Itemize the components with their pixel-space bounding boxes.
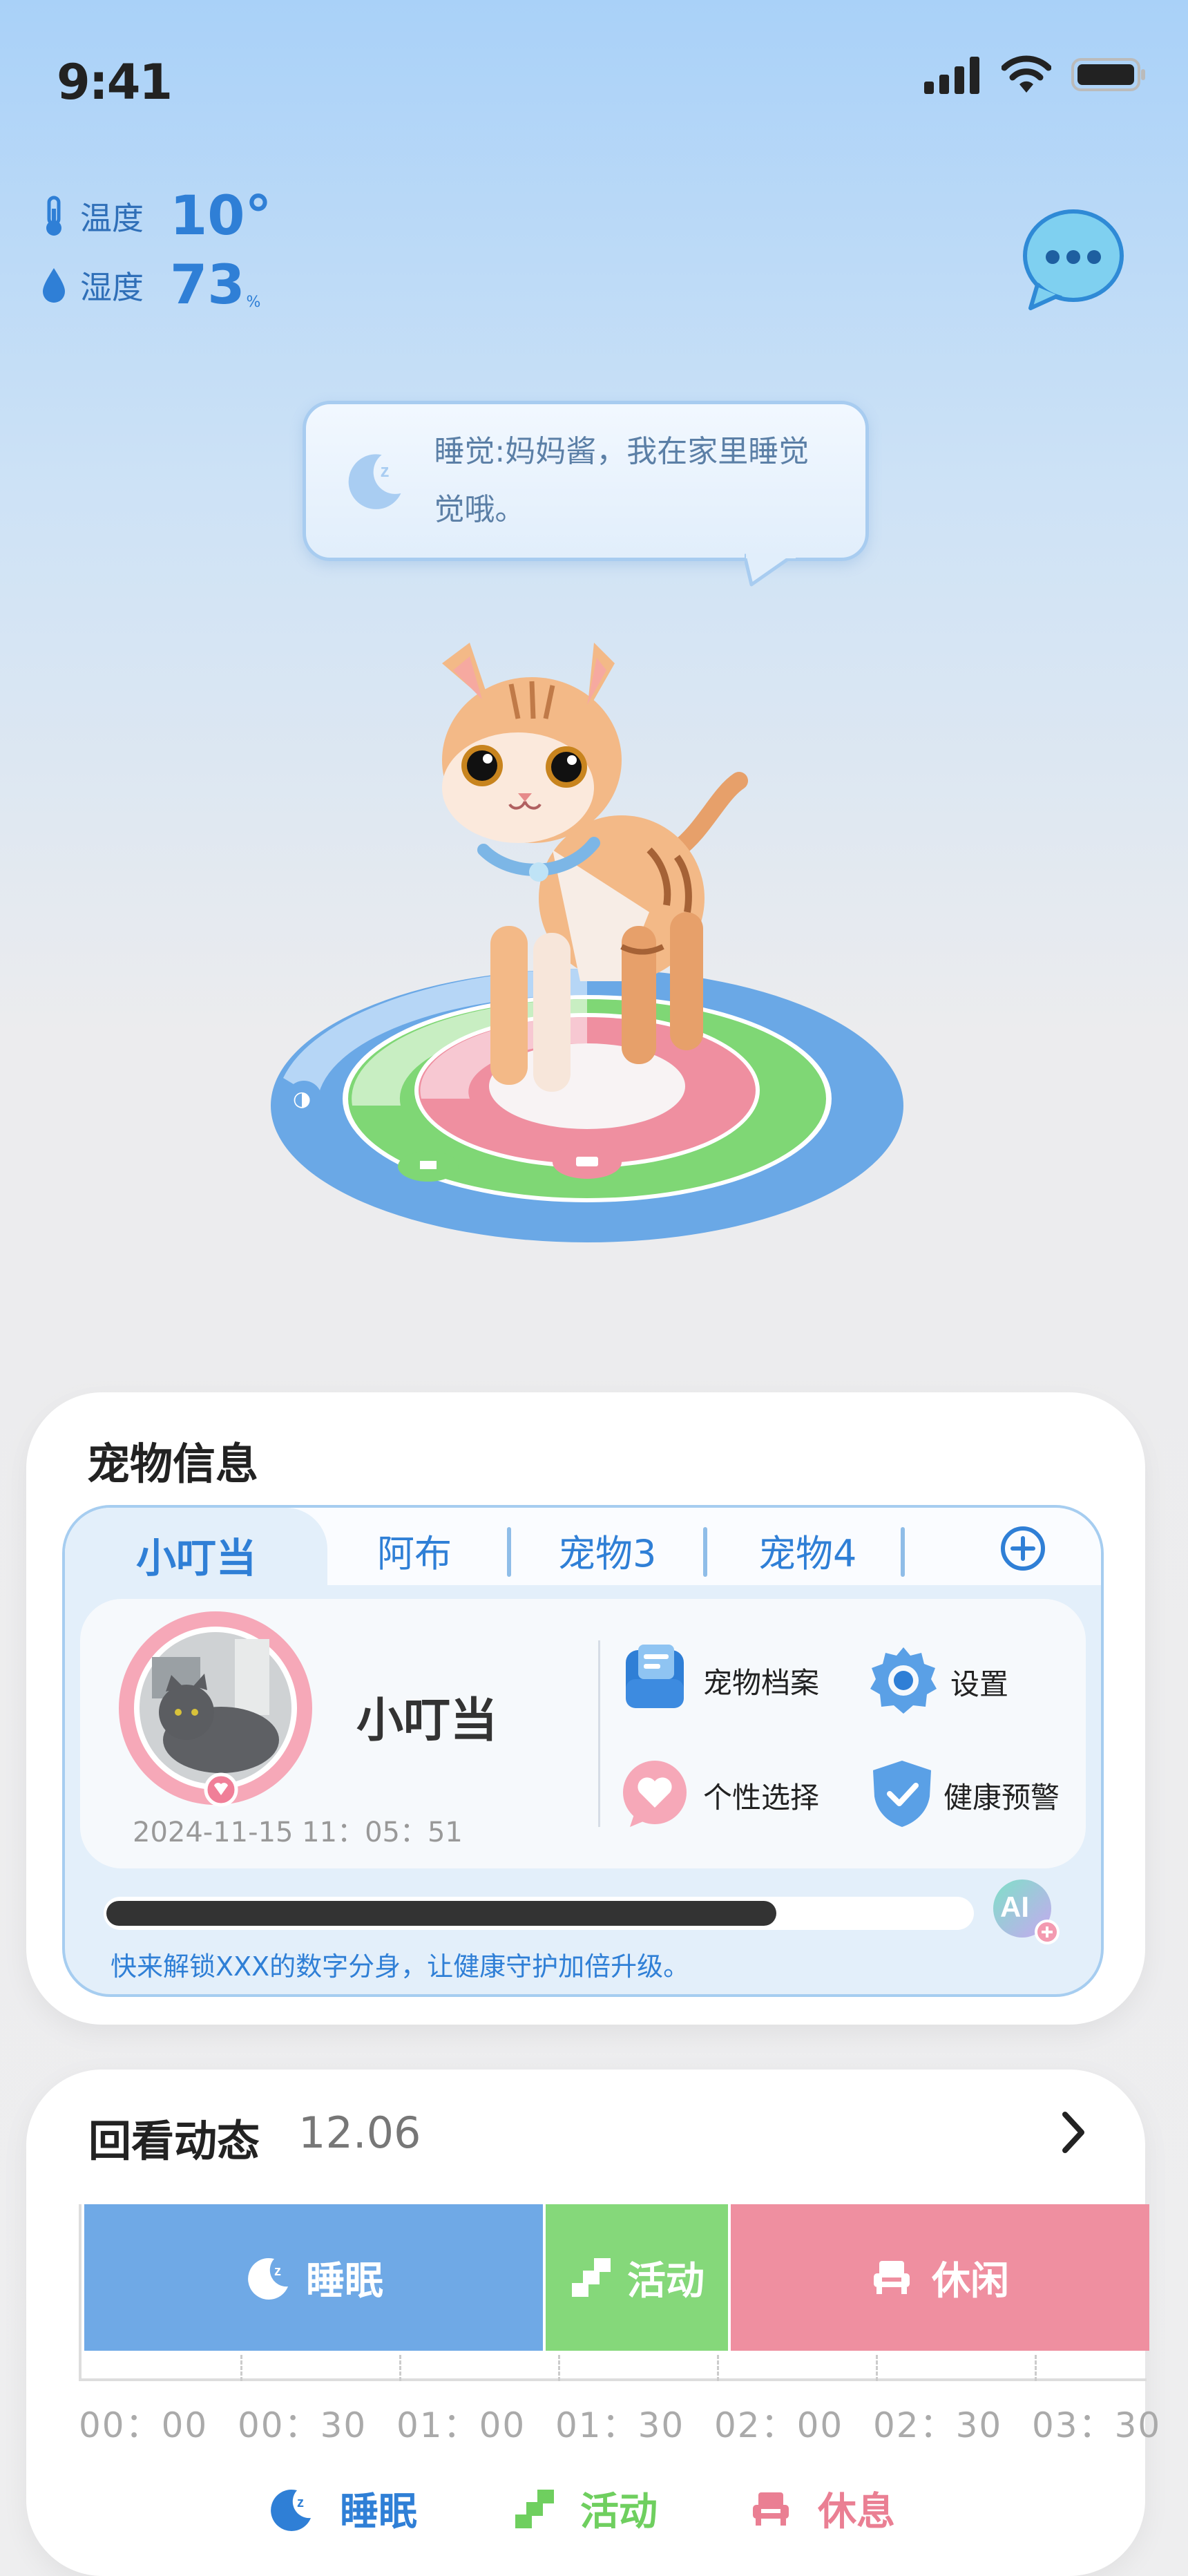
humidity-row: 湿度 73 % bbox=[40, 254, 260, 316]
time-tick: 03：30 bbox=[1032, 2405, 1162, 2445]
legend-rest: 休息 bbox=[750, 2481, 895, 2537]
status-icons bbox=[924, 55, 1147, 94]
humidity-value: 73 bbox=[170, 254, 245, 316]
legend-label: 休息 bbox=[818, 2490, 895, 2535]
pet-avatar[interactable] bbox=[117, 1609, 318, 1816]
segment-label: 活动 bbox=[627, 2258, 705, 2304]
time-tick: 01：00 bbox=[396, 2405, 526, 2445]
activity-timeline[interactable]: z 睡眠 活动 休闲 bbox=[79, 2204, 1149, 2381]
time-tick: 02：30 bbox=[873, 2405, 1003, 2445]
bubble-tail bbox=[745, 553, 796, 587]
add-pet-icon[interactable] bbox=[999, 1524, 1047, 1573]
svg-text:◑: ◑ bbox=[293, 1087, 311, 1111]
chevron-right-icon[interactable] bbox=[1060, 2110, 1087, 2154]
health-shield-icon[interactable] bbox=[869, 1758, 935, 1830]
status-time: 9:41 bbox=[57, 54, 173, 111]
time-tick: 02：00 bbox=[714, 2405, 844, 2445]
settings-gear-icon[interactable] bbox=[868, 1645, 939, 1716]
menu-personality[interactable]: 个性选择 bbox=[703, 1774, 819, 1817]
ai-badge-label: AI bbox=[1000, 1891, 1029, 1923]
pet-card-title: 宠物信息 bbox=[87, 1439, 259, 1489]
tab-pet-4[interactable]: 宠物4 bbox=[758, 1523, 856, 1578]
svg-text:z: z bbox=[381, 462, 390, 481]
stairs-icon bbox=[572, 2258, 611, 2297]
pet-3d-scene[interactable]: ◑ bbox=[262, 622, 926, 1258]
personality-heart-icon[interactable] bbox=[620, 1758, 689, 1830]
tab-divider bbox=[703, 1527, 707, 1577]
ai-badge[interactable]: AI bbox=[992, 1878, 1061, 1947]
chat-bubble-icon[interactable] bbox=[1021, 207, 1126, 311]
menu-pet-file[interactable]: 宠物档案 bbox=[703, 1660, 819, 1702]
timeline-segment-sleep[interactable]: z 睡眠 bbox=[84, 2204, 543, 2351]
svg-text:z: z bbox=[274, 2264, 281, 2279]
pet-panel: 小叮当 阿布 宠物3 宠物4 小叮当 2024-11-15 11：05：51 宠… bbox=[62, 1505, 1104, 1997]
moon-icon: z bbox=[271, 2489, 311, 2531]
unlock-hint: 快来解锁XXX的数字分身，让健康守护加倍升级。 bbox=[111, 1951, 690, 1982]
legend-sleep: z 睡眠 bbox=[267, 2481, 417, 2537]
unlock-progress-track bbox=[104, 1897, 974, 1930]
tab-divider bbox=[901, 1527, 905, 1577]
wifi-icon bbox=[1002, 55, 1051, 93]
humidity-label: 湿度 bbox=[80, 269, 144, 306]
menu-settings[interactable]: 设置 bbox=[950, 1661, 1008, 1703]
temperature-label: 温度 bbox=[80, 200, 144, 237]
stairs-icon bbox=[515, 2489, 554, 2528]
signal-icon bbox=[924, 57, 979, 94]
temperature-row: 温度 10° bbox=[40, 185, 272, 247]
temperature-value: 10° bbox=[170, 185, 272, 247]
thermometer-icon bbox=[46, 196, 61, 236]
divider bbox=[598, 1640, 600, 1827]
sleep-moon-icon: z bbox=[348, 454, 401, 509]
tick-mark bbox=[1035, 2355, 1037, 2381]
tab-pet-2[interactable]: 阿布 bbox=[377, 1523, 452, 1578]
pet-timestamp: 2024-11-15 11：05：51 bbox=[133, 1817, 463, 1848]
time-tick: 00：00 bbox=[79, 2405, 209, 2445]
moon-icon: z bbox=[248, 2257, 288, 2300]
svg-text:z: z bbox=[297, 2495, 304, 2510]
tick-mark bbox=[876, 2355, 878, 2381]
pet-detail: 小叮当 2024-11-15 11：05：51 宠物档案 设置 个性选择 健康预… bbox=[80, 1599, 1086, 1868]
tick-mark bbox=[399, 2355, 401, 2381]
pet-speech-bubble: z 睡觉:妈妈酱，我在家里睡觉觉哦。 bbox=[303, 401, 869, 561]
sofa-icon bbox=[753, 2492, 789, 2526]
replay-date: 12.06 bbox=[298, 2108, 421, 2158]
legend-activity: 活动 bbox=[512, 2481, 658, 2537]
tab-divider bbox=[507, 1527, 511, 1577]
pet-name: 小叮当 bbox=[356, 1694, 498, 1748]
time-tick: 00：30 bbox=[238, 2405, 367, 2445]
humidity-unit: % bbox=[246, 294, 261, 311]
legend-label: 睡眠 bbox=[340, 2490, 417, 2535]
activity-ring-chart: ◑ bbox=[271, 969, 903, 1242]
replay-title: 回看动态 bbox=[88, 2116, 260, 2166]
unlock-progress-fill bbox=[106, 1901, 777, 1926]
tick-mark bbox=[240, 2355, 242, 2381]
segment-label: 休闲 bbox=[932, 2258, 1009, 2304]
water-drop-icon bbox=[43, 268, 65, 303]
timeline-segment-activity[interactable]: 活动 bbox=[546, 2204, 728, 2351]
timeline-segment-leisure[interactable]: 休闲 bbox=[731, 2204, 1149, 2351]
tab-pet-3[interactable]: 宠物3 bbox=[558, 1523, 656, 1578]
pet-tabs: 小叮当 阿布 宠物3 宠物4 bbox=[65, 1508, 1101, 1589]
tab-pet-1[interactable]: 小叮当 bbox=[65, 1508, 327, 1589]
tick-mark bbox=[717, 2355, 719, 2381]
tick-mark bbox=[558, 2355, 560, 2381]
time-tick: 01：30 bbox=[555, 2405, 685, 2445]
menu-health-alert[interactable]: 健康预警 bbox=[943, 1774, 1060, 1817]
bubble-text: 睡觉:妈妈酱，我在家里睡觉觉哦。 bbox=[434, 434, 809, 527]
pet-file-icon[interactable] bbox=[620, 1645, 689, 1714]
legend-label: 活动 bbox=[580, 2490, 658, 2535]
sofa-icon bbox=[874, 2261, 910, 2294]
battery-icon bbox=[1071, 58, 1145, 91]
segment-label: 睡眠 bbox=[306, 2258, 383, 2304]
